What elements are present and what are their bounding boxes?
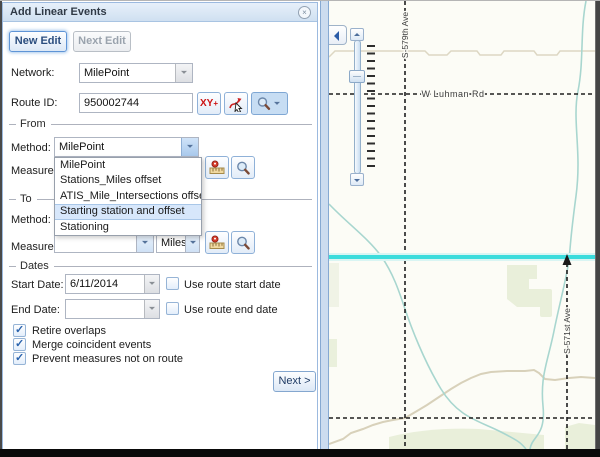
road-label-s571st-ave: S-571st Ave: [562, 308, 572, 354]
window-bottom-bar: [0, 449, 600, 457]
route-id-label: Route ID:: [11, 97, 57, 109]
chevron-down-icon[interactable]: [136, 234, 153, 252]
merge-coincident-events-checkbox[interactable]: [13, 338, 26, 351]
route-id-input[interactable]: 950002744: [79, 93, 193, 113]
xy-coordinates-button[interactable]: XY+: [197, 92, 221, 115]
from-legend-label: From: [16, 118, 51, 130]
use-route-end-date-checkbox[interactable]: [166, 302, 179, 315]
greenspace-patch: [565, 423, 595, 449]
to-measure-search-button[interactable]: [231, 231, 255, 254]
search-icon: [235, 160, 251, 176]
next-edit-button: Next Edit: [73, 31, 131, 52]
to-legend-label: To: [16, 193, 37, 205]
start-date-label: Start Date:: [11, 279, 64, 291]
dropdown-item-milepoint[interactable]: MilePoint: [55, 158, 201, 173]
route-id-value: 950002744: [80, 94, 192, 112]
to-units-select[interactable]: Miles: [156, 233, 200, 253]
prevent-measures-label: Prevent measures not on route: [32, 353, 183, 365]
start-date-value: 6/11/2014: [66, 275, 144, 293]
prevent-measures-checkbox[interactable]: [13, 352, 26, 365]
merge-coincident-events-label: Merge coincident events: [32, 339, 151, 351]
add-linear-events-panel: Add Linear Events × New Edit Next Edit N…: [2, 2, 318, 449]
use-route-start-date-label: Use route start date: [184, 279, 281, 291]
road-label-s579th-ave: S-579th Ave: [400, 12, 410, 58]
start-date-field[interactable]: 6/11/2014: [65, 274, 160, 294]
from-method-combobox[interactable]: MilePoint: [54, 137, 199, 157]
xy-icon: XY: [200, 99, 213, 109]
to-units-value: Miles: [157, 234, 185, 252]
use-route-start-date-checkbox[interactable]: [166, 277, 179, 290]
panel-splitter[interactable]: [320, 1, 329, 449]
zoom-in-button[interactable]: [350, 28, 364, 41]
from-method-label: Method:: [11, 142, 51, 154]
network-label: Network:: [11, 67, 54, 79]
close-icon[interactable]: ×: [298, 6, 311, 19]
panel-title: Add Linear Events: [3, 6, 298, 18]
chevron-down-icon[interactable]: [271, 93, 284, 114]
chevron-down-icon[interactable]: [181, 138, 198, 156]
retire-overlaps-checkbox[interactable]: [13, 324, 26, 337]
panel-header: Add Linear Events ×: [3, 3, 317, 22]
greenspace-patch: [329, 263, 339, 307]
window-right-edge: [595, 1, 600, 457]
dropdown-item-stations-miles-offset[interactable]: Stations_Miles offset: [55, 173, 201, 188]
new-edit-button[interactable]: New Edit: [9, 31, 67, 52]
greenspace-patch: [540, 289, 552, 317]
road-label-w-luhman-rd: W Luhman Rd: [421, 89, 484, 99]
network-value: MilePoint: [80, 64, 175, 82]
end-date-field[interactable]: [65, 299, 160, 319]
to-measure-combobox[interactable]: [54, 233, 154, 253]
end-date-label: End Date:: [11, 304, 60, 316]
end-date-value: [66, 300, 144, 318]
select-on-map-button[interactable]: [224, 92, 248, 115]
map-area[interactable]: W Luhman Rd S-579th Ave S-571st Ave: [329, 1, 595, 449]
window-left-edge: [0, 1, 2, 457]
from-measure-search-button[interactable]: [231, 156, 255, 179]
dates-fieldset-legend: Dates: [9, 260, 312, 272]
next-button[interactable]: Next >: [273, 371, 316, 392]
chevron-down-icon[interactable]: [144, 275, 159, 293]
from-measure-on-map-button[interactable]: [205, 156, 229, 179]
use-route-end-date-label: Use route end date: [184, 304, 278, 316]
search-icon: [235, 235, 251, 251]
to-method-label: Method:: [11, 214, 51, 226]
dates-legend-label: Dates: [16, 260, 54, 272]
method-dropdown-list: MilePoint Stations_Miles offset ATIS_Mil…: [54, 157, 202, 236]
retire-overlaps-label: Retire overlaps: [32, 325, 106, 337]
from-fieldset-legend: From: [9, 118, 312, 130]
search-route-dropdown-button[interactable]: [251, 92, 288, 115]
to-measure-value: [55, 234, 136, 252]
zoom-out-button[interactable]: [350, 173, 364, 186]
zoom-slider-track[interactable]: [354, 40, 361, 174]
to-measure-label: Measure:: [11, 241, 57, 253]
to-measure-on-map-button[interactable]: [205, 231, 229, 254]
dropdown-item-starting-station-and-offset[interactable]: Starting station and offset: [55, 204, 201, 219]
chevron-down-icon[interactable]: [144, 300, 159, 318]
from-measure-label: Measure:: [11, 165, 57, 177]
chevron-down-icon[interactable]: [185, 234, 199, 252]
network-combobox[interactable]: MilePoint: [79, 63, 193, 83]
collapse-panel-button[interactable]: [329, 25, 347, 45]
plus-icon: +: [213, 99, 218, 108]
ruler-pin-icon: [209, 235, 225, 251]
panel-body: New Edit Next Edit Network: MilePoint Ro…: [3, 22, 317, 449]
zoom-slider-ticks: [367, 45, 375, 172]
select-arrow-icon: [228, 96, 244, 112]
from-method-value: MilePoint: [55, 138, 181, 156]
ruler-pin-icon: [209, 160, 225, 176]
chevron-down-icon[interactable]: [175, 64, 192, 82]
dropdown-item-stationing[interactable]: Stationing: [55, 220, 201, 235]
search-icon: [256, 96, 271, 111]
zoom-slider-thumb[interactable]: [349, 70, 365, 83]
greenspace-patch: [329, 339, 337, 367]
application-window: Add Linear Events × New Edit Next Edit N…: [0, 0, 600, 457]
dropdown-item-atis-mile-intersections-offset[interactable]: ATIS_Mile_Intersections offset: [55, 189, 201, 204]
